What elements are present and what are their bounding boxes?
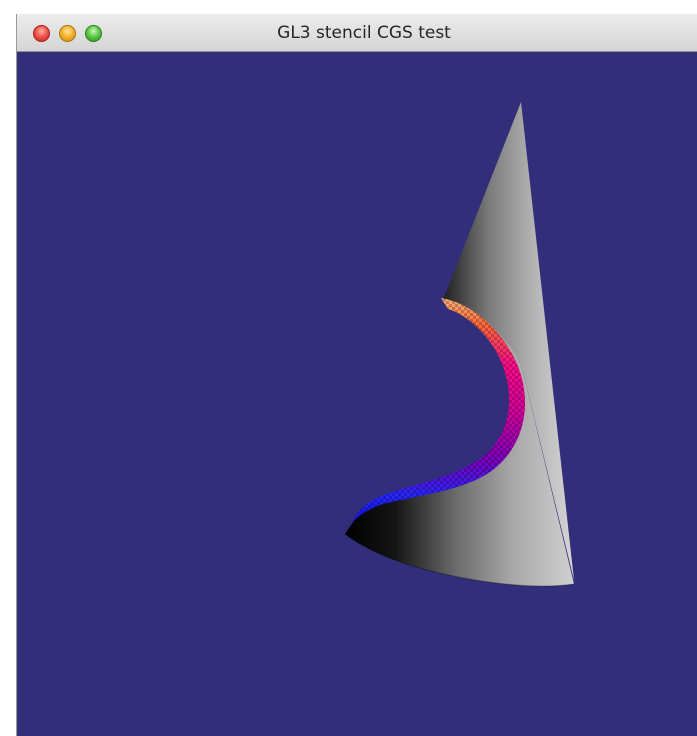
gl-viewport[interactable] bbox=[17, 52, 697, 736]
app-window: GL3 stencil CGS test bbox=[16, 14, 697, 736]
window-title: GL3 stencil CGS test bbox=[277, 23, 451, 43]
title-bar[interactable]: GL3 stencil CGS test bbox=[17, 14, 697, 52]
rendered-scene bbox=[344, 102, 575, 587]
